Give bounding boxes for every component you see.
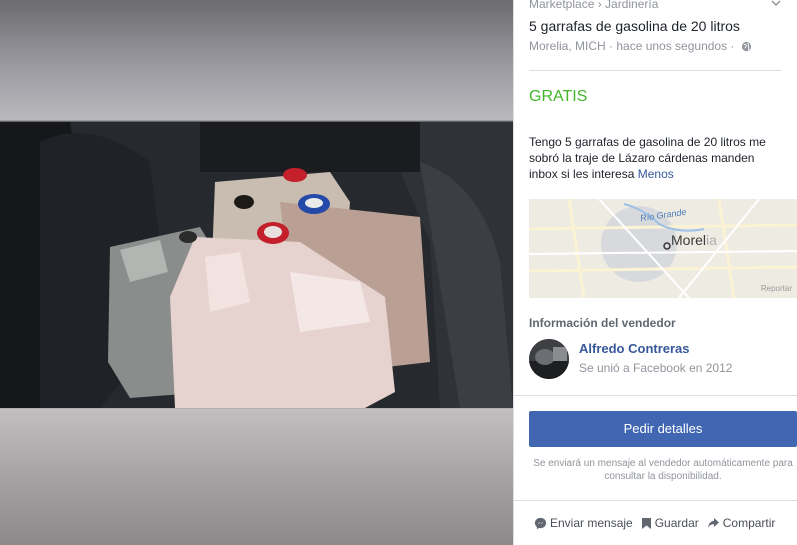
- divider: [514, 500, 797, 501]
- request-details-button[interactable]: Pedir detalles: [529, 411, 797, 447]
- request-details-note: Se enviará un mensaje al vendedor automá…: [533, 458, 793, 482]
- map-report-link[interactable]: Reportar: [761, 284, 792, 293]
- listing-description: Tengo 5 garrafas de gasolina de 20 litro…: [529, 134, 779, 182]
- send-message-button[interactable]: Enviar mensaje: [534, 516, 633, 530]
- avatar[interactable]: [529, 339, 569, 379]
- share-button[interactable]: Compartir: [707, 516, 776, 530]
- listing-details-panel: Marketplace › Jardinería 5 garrafas de g…: [513, 0, 797, 545]
- save-button[interactable]: Guardar: [641, 516, 699, 530]
- seller-info-heading: Información del vendedor: [529, 316, 676, 330]
- listing-price: GRATIS: [529, 88, 588, 105]
- action-bar: Enviar mensaje Guardar Compartir: [534, 516, 775, 530]
- share-label: Compartir: [722, 516, 776, 530]
- listing-photo: [0, 122, 513, 408]
- save-label: Guardar: [654, 516, 699, 530]
- location-map[interactable]: Río Grande Morelia Reportar: [529, 199, 797, 298]
- map-city-label: Morelia: [671, 232, 717, 248]
- seller-join-date: Se unió a Facebook en 2012: [579, 361, 733, 375]
- share-icon: [707, 518, 719, 528]
- breadcrumb[interactable]: Marketplace › Jardinería: [529, 0, 658, 11]
- chevron-down-icon[interactable]: [771, 0, 781, 8]
- map-city-faded: ia: [706, 232, 717, 248]
- location-time-text: Morelia, MICH · hace unos segundos ·: [529, 39, 735, 53]
- listing-title: 5 garrafas de gasolina de 20 litros: [529, 18, 740, 34]
- bookmark-icon: [641, 517, 651, 529]
- seller-name-link[interactable]: Alfredo Contreras: [579, 341, 690, 356]
- photo-viewer[interactable]: [0, 0, 513, 545]
- listing-location-time: Morelia, MICH · hace unos segundos ·: [529, 39, 752, 53]
- divider: [529, 70, 781, 71]
- send-message-label: Enviar mensaje: [550, 516, 633, 530]
- globe-icon: [741, 41, 751, 52]
- divider: [514, 395, 797, 396]
- show-less-link[interactable]: Menos: [638, 167, 674, 181]
- map-city-main: Morel: [671, 232, 707, 248]
- messenger-icon: [534, 517, 547, 529]
